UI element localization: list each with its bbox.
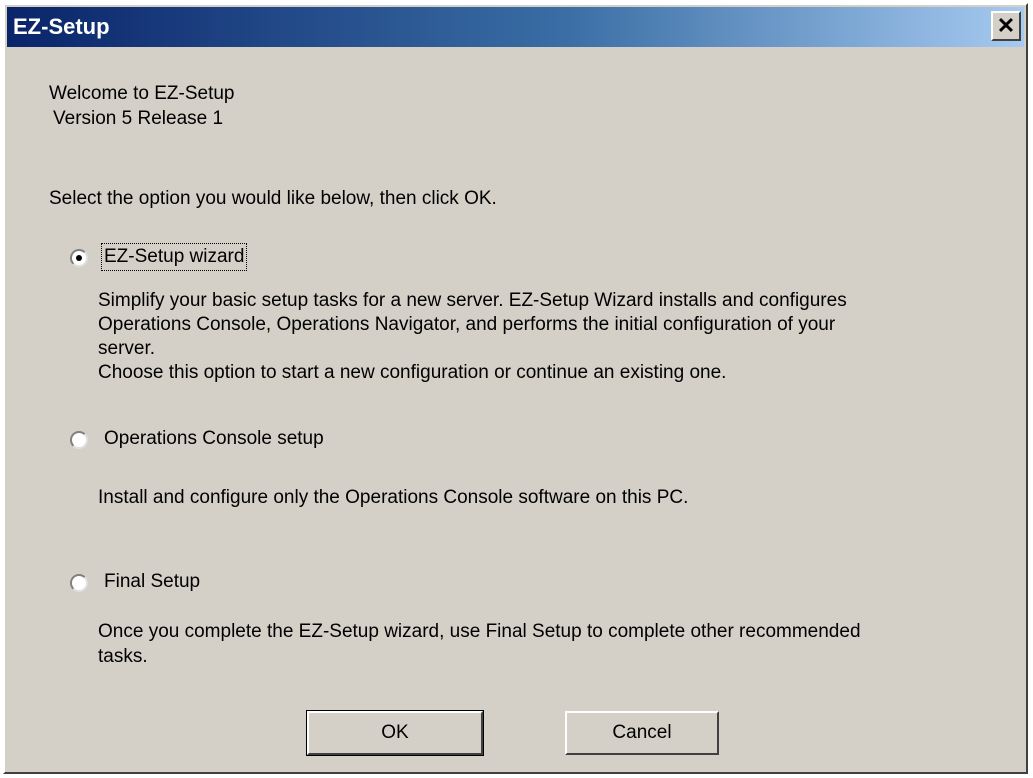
cancel-button[interactable]: Cancel — [565, 711, 719, 755]
option-desc-line: Once you complete the EZ-Setup wizard, u… — [98, 621, 861, 642]
option-desc-line: Install and configure only the Operation… — [98, 487, 689, 508]
title-bar: EZ-Setup ✕ — [7, 7, 1024, 47]
radio-final-setup[interactable] — [70, 574, 88, 592]
welcome-text: Welcome to EZ-Setup — [49, 83, 235, 104]
ok-button[interactable]: OK — [306, 710, 484, 756]
close-icon: ✕ — [996, 13, 1016, 38]
option-desc-line: server. — [98, 338, 156, 359]
option-label-operations-console-setup[interactable]: Operations Console setup — [104, 428, 324, 450]
version-text: Version 5 Release 1 — [53, 108, 224, 129]
option-label-ez-setup-wizard[interactable]: EZ-Setup wizard — [100, 243, 248, 271]
instruction-text: Select the option you would like below, … — [49, 188, 497, 209]
option-desc-line: Operations Console, Operations Navigator… — [98, 314, 836, 335]
radio-ez-setup-wizard[interactable] — [70, 249, 88, 267]
option-desc-line: tasks. — [98, 646, 148, 667]
option-label-final-setup[interactable]: Final Setup — [104, 571, 200, 593]
ez-setup-dialog: EZ-Setup ✕ Welcome to EZ-Setup Version 5… — [3, 3, 1028, 774]
close-button[interactable]: ✕ — [991, 11, 1021, 41]
radio-operations-console-setup[interactable] — [70, 431, 88, 449]
option-desc-line: Simplify your basic setup tasks for a ne… — [98, 290, 847, 311]
window-title: EZ-Setup — [13, 14, 110, 39]
option-desc-line: Choose this option to start a new config… — [98, 362, 727, 383]
